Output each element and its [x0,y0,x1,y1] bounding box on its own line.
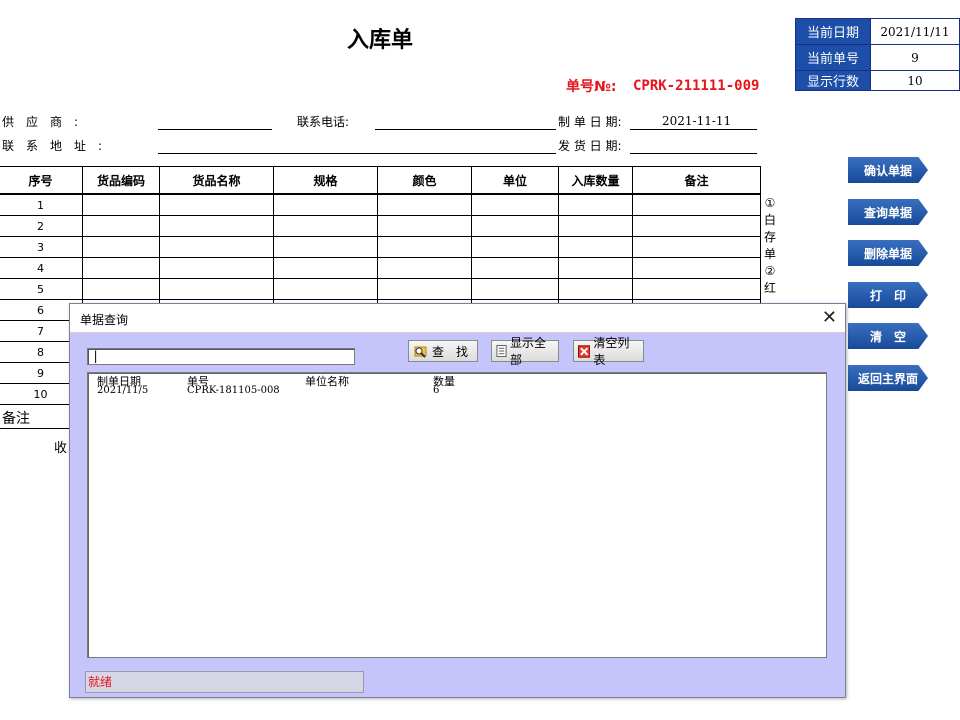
clear-list-button[interactable]: 清空列表 [573,336,644,367]
row-number: 1 [0,193,83,216]
print-button[interactable]: 打 印 [848,282,928,308]
confirm-button[interactable]: 确认单据 [848,157,928,183]
address-field[interactable] [158,153,556,154]
side-note: ①白存单②红 [763,196,776,295]
ship-date-label: 发 货 日 期: [558,139,622,153]
row-number: 2 [0,215,83,237]
current-number-row: 当前单号 9 [796,45,959,71]
col-header: 单位 [471,166,559,195]
current-number-value[interactable]: 9 [871,45,959,70]
row-number: 3 [0,236,83,258]
dialog-title: 单据查询 [80,313,129,327]
table-row[interactable]: 4 [0,257,761,279]
table-header-row: 序号 货品编码 货品名称 规格 颜色 单位 入库数量 备注 [0,166,761,195]
form-number-value: CPRK-211111-009 [633,78,760,94]
find-button[interactable]: 查 找 [408,340,478,362]
search-input[interactable]: | [87,348,355,365]
current-date-label: 当前日期 [796,19,871,44]
status-bar: 就绪 [85,671,364,693]
col-header: 备注 [632,166,761,195]
col-header: 货品名称 [159,166,274,195]
document-icon [496,345,507,357]
row-number: 5 [0,278,83,300]
search-icon [414,346,427,358]
delete-button[interactable]: 删除单据 [848,240,928,266]
ship-date-field[interactable] [630,153,757,154]
form-number-label: 单号№: [566,79,617,95]
table-row[interactable]: 3 [0,236,761,258]
table-row[interactable]: 2 [0,215,761,237]
receiver-label: 收 [54,441,68,456]
phone-field[interactable] [375,129,556,130]
make-date-field[interactable] [630,129,757,130]
info-panel: 当前日期 2021/11/11 当前单号 9 显示行数 10 [795,18,960,91]
query-dialog: 单据查询 ✕ | 查 找 显示全部 清空列表 制单日期 单号 单位名称 数量 2… [69,303,846,698]
clear-list-label: 清空列表 [593,336,630,367]
query-button[interactable]: 查询单据 [848,199,928,225]
supplier-field[interactable] [158,129,272,130]
supplier-label: 供 应 商 : [2,115,79,129]
row-number: 4 [0,257,83,279]
dialog-titlebar[interactable]: 单据查询 ✕ [70,304,845,333]
address-label: 联 系 地 址 : [2,139,103,153]
show-all-button[interactable]: 显示全部 [491,336,559,367]
col-header: 货品编码 [82,166,160,195]
col-header: 规格 [273,166,378,195]
rows-count-row: 显示行数 10 [796,71,959,90]
current-number-label: 当前单号 [796,45,871,70]
rows-count-value[interactable]: 10 [871,71,959,90]
table-row[interactable]: 1 [0,193,761,216]
make-date-label: 制 单 日 期: [558,115,622,129]
col-header: 序号 [0,166,83,195]
item-quantity: 6 [433,385,440,396]
form-title: 入库单 [346,27,413,53]
find-button-label: 查 找 [432,344,469,359]
column-header: 单位名称 [305,375,349,388]
item-date: 2021/11/5 [97,385,149,396]
make-date-value: 2021-11-11 [662,114,732,128]
col-header: 入库数量 [558,166,633,195]
item-number: CPRK-181105-008 [187,385,280,396]
remarks-label: 备注 [2,411,30,427]
clear-button[interactable]: 清 空 [848,323,928,349]
current-date-value[interactable]: 2021/11/11 [871,19,959,44]
table-row[interactable]: 5 [0,278,761,300]
show-all-label: 显示全部 [510,336,547,367]
back-main-button[interactable]: 返回主界面 [848,365,928,391]
rows-count-label: 显示行数 [796,71,871,90]
current-date-row: 当前日期 2021/11/11 [796,19,959,45]
phone-label: 联系电话: [297,115,350,129]
clear-icon [578,344,591,358]
result-list[interactable]: 制单日期 单号 单位名称 数量 2021/11/5 CPRK-181105-00… [87,372,827,658]
col-header: 颜色 [377,166,472,195]
close-icon[interactable]: ✕ [822,307,837,328]
